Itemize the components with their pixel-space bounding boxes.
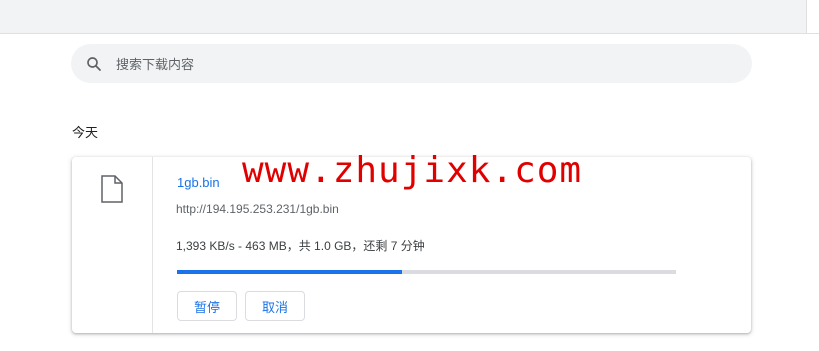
search-icon xyxy=(85,55,103,73)
search-input[interactable]: 搜索下载内容 xyxy=(116,54,194,73)
cancel-button[interactable]: 取消 xyxy=(245,291,305,321)
progress-fill xyxy=(177,270,402,274)
date-heading: 今天 xyxy=(72,125,99,140)
toolbar-corner xyxy=(806,0,819,33)
file-url[interactable]: http://194.195.253.231/1gb.bin xyxy=(176,202,339,216)
watermark-text: www.zhujixk.com xyxy=(242,150,583,191)
top-toolbar xyxy=(0,0,819,34)
pause-button[interactable]: 暂停 xyxy=(177,291,237,321)
file-icon-column xyxy=(72,157,153,333)
search-box[interactable]: 搜索下载内容 xyxy=(71,44,752,83)
progress-bar xyxy=(177,270,676,274)
download-status: 1,393 KB/s - 463 MB，共 1.0 GB，还剩 7 分钟 xyxy=(176,239,425,253)
file-icon xyxy=(101,175,123,203)
file-name-link[interactable]: 1gb.bin xyxy=(177,175,220,190)
